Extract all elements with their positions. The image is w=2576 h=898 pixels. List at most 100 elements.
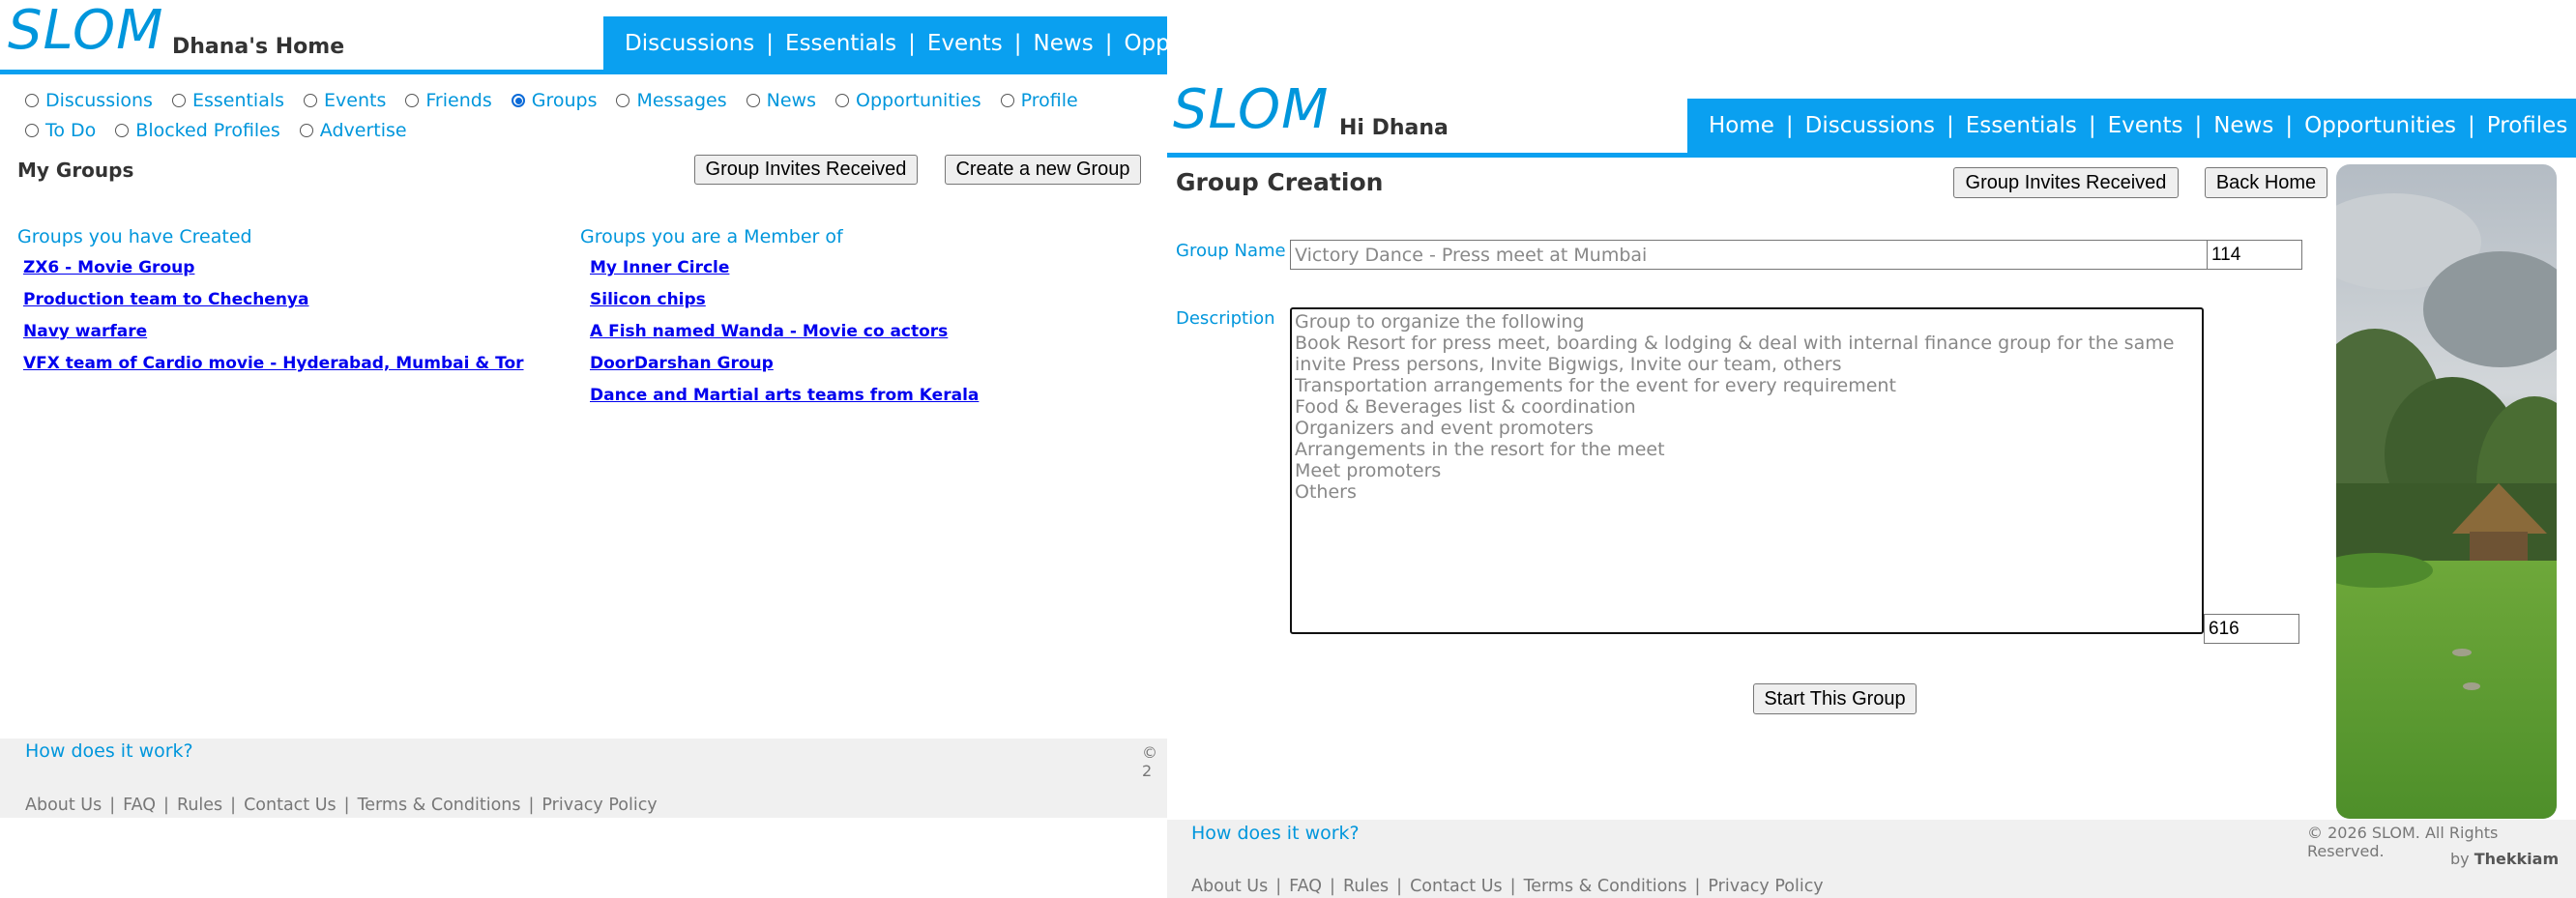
radio-button-icon[interactable] [835, 94, 849, 107]
footer-link-contact-us[interactable]: Contact Us [1410, 877, 1503, 896]
footer-link-rules[interactable]: Rules [1343, 877, 1389, 896]
radio-button-icon[interactable] [405, 94, 420, 107]
header-divider [1167, 153, 2576, 158]
start-group-button[interactable]: Start This Group [1753, 683, 1917, 714]
how-it-works-link[interactable]: How does it work? [1191, 823, 1360, 844]
radio-button-icon[interactable] [25, 124, 39, 137]
nav-item-opportunities[interactable]: Opportunities [2304, 113, 2456, 138]
group-link[interactable]: ZX6 - Movie Group [23, 257, 524, 289]
group-link[interactable]: VFX team of Cardio movie - Hyderabad, Mu… [23, 353, 524, 385]
nav-separator: | [2468, 113, 2475, 138]
footer-separator: | [1275, 877, 1282, 896]
nav-item-opportunities[interactable]: Opportunities [1124, 31, 1167, 56]
group-link[interactable]: Silicon chips [590, 289, 979, 321]
top-nav: Discussions | Essentials | Events | News | Oppor… [603, 16, 1167, 71]
radio-label: To Do [45, 120, 97, 141]
radio-button-icon[interactable] [746, 94, 760, 107]
radio-news[interactable]: News [746, 90, 816, 111]
nav-separator: | [1785, 113, 1794, 138]
footer-link-faq[interactable]: FAQ [123, 796, 156, 815]
nav-item-home[interactable]: Home [1709, 113, 1774, 138]
group-name-input[interactable]: Victory Dance - Press meet at Mumbai [1290, 240, 2208, 270]
back-home-button[interactable]: Back Home [2205, 167, 2327, 198]
greeting: Hi Dhana [1339, 116, 1449, 140]
how-it-works-link[interactable]: How does it work? [25, 740, 193, 762]
section-radio-group: Discussions Essentials Events Friends Groups… [25, 90, 1098, 111]
group-link[interactable]: Production team to Chechenya [23, 289, 524, 321]
slom-logo[interactable]: SLOM [8, 4, 163, 58]
radio-friends[interactable]: Friends [405, 90, 492, 111]
group-invites-button[interactable]: Group Invites Received [694, 155, 918, 185]
radio-label: Discussions [45, 90, 153, 111]
radio-groups[interactable]: Groups [511, 90, 597, 111]
radio-button-icon[interactable] [25, 94, 39, 107]
footer-separator: | [343, 796, 350, 815]
landscape-photo [2336, 164, 2557, 819]
group-link[interactable]: A Fish named Wanda - Movie co actors [590, 321, 979, 353]
radio-to-do[interactable]: To Do [25, 120, 96, 141]
footer-link-about-us[interactable]: About Us [1191, 877, 1268, 896]
radio-messages[interactable]: Messages [616, 90, 727, 111]
radio-label: Blocked Profiles [135, 120, 280, 141]
group-link[interactable]: My Inner Circle [590, 257, 979, 289]
nav-separator: | [1104, 31, 1113, 56]
top-nav: Home | Discussions | Essentials | Events | News |… [1687, 99, 2576, 153]
description-line: Others [1295, 481, 1357, 503]
radio-button-icon[interactable] [115, 124, 130, 137]
radio-button-icon[interactable] [616, 94, 630, 107]
nav-item-discussions[interactable]: Discussions [1805, 113, 1935, 138]
created-groups-heading: Groups you have Created [17, 226, 252, 247]
group-invites-button[interactable]: Group Invites Received [1953, 167, 2179, 198]
radio-label: Essentials [191, 90, 285, 111]
description-textarea[interactable]: Group to organize the following Book Reso… [1290, 307, 2204, 634]
radio-button-icon[interactable] [1000, 94, 1014, 107]
slom-logo[interactable]: SLOM [1173, 83, 1329, 137]
nav-item-events[interactable]: Events [2108, 113, 2183, 138]
nav-item-news[interactable]: News [1034, 31, 1094, 56]
radio-discussions[interactable]: Discussions [25, 90, 153, 111]
group-link[interactable]: Dance and Martial arts teams from Kerala [590, 385, 979, 417]
created-groups-list: ZX6 - Movie Group Production team to Chec… [23, 257, 524, 385]
create-group-button[interactable]: Create a new Group [945, 155, 1141, 185]
footer-link-contact-us[interactable]: Contact Us [244, 796, 337, 815]
radio-blocked-profiles[interactable]: Blocked Profiles [115, 120, 280, 141]
footer-link-privacy-policy[interactable]: Privacy Policy [542, 796, 657, 815]
group-link[interactable]: Navy warfare [23, 321, 524, 353]
description-line: Arrangements in the resort for the meet [1295, 439, 1665, 460]
nav-item-essentials[interactable]: Essentials [785, 31, 896, 56]
footer-link-terms-conditions[interactable]: Terms & Conditions [358, 796, 521, 815]
footer-link-terms-conditions[interactable]: Terms & Conditions [1524, 877, 1687, 896]
radio-button-icon[interactable] [511, 94, 525, 107]
description-line: invite Press persons, Invite Bigwigs, In… [1295, 354, 1842, 375]
nav-item-essentials[interactable]: Essentials [1966, 113, 2077, 138]
radio-essentials[interactable]: Essentials [171, 90, 285, 111]
footer-link-faq[interactable]: FAQ [1289, 877, 1322, 896]
radio-button-icon[interactable] [304, 94, 318, 107]
radio-advertise[interactable]: Advertise [299, 120, 407, 141]
footer-link-about-us[interactable]: About Us [25, 796, 102, 815]
footer-separator: | [1330, 877, 1335, 896]
nav-item-discussions[interactable]: Discussions [625, 31, 754, 56]
radio-events[interactable]: Events [304, 90, 386, 111]
group-link[interactable]: DoorDarshan Group [590, 353, 979, 385]
member-groups-heading: Groups you are a Member of [580, 226, 843, 247]
radio-profile[interactable]: Profile [1000, 90, 1078, 111]
radio-opportunities[interactable]: Opportunities [835, 90, 981, 111]
nav-item-news[interactable]: News [2213, 113, 2273, 138]
home-title: Dhana's Home [172, 35, 345, 59]
footer-separator: | [1509, 877, 1516, 896]
credit-name[interactable]: Thekkiam [2474, 850, 2559, 868]
footer-link-rules[interactable]: Rules [177, 796, 222, 815]
radio-label: Messages [636, 90, 727, 111]
radio-button-icon[interactable] [299, 124, 313, 137]
nav-item-profiles[interactable]: Profiles [2487, 113, 2568, 138]
footer-separator: | [1396, 877, 1403, 896]
radio-button-icon[interactable] [171, 94, 186, 107]
footer-link-privacy-policy[interactable]: Privacy Policy [1708, 877, 1823, 896]
footer-separator: | [1694, 877, 1701, 896]
nav-item-events[interactable]: Events [927, 31, 1003, 56]
radio-label: Events [324, 90, 387, 111]
description-line: Food & Beverages list & coordination [1295, 396, 1636, 418]
nav-separator: | [2285, 113, 2294, 138]
description-char-counter: 616 [2204, 614, 2299, 644]
